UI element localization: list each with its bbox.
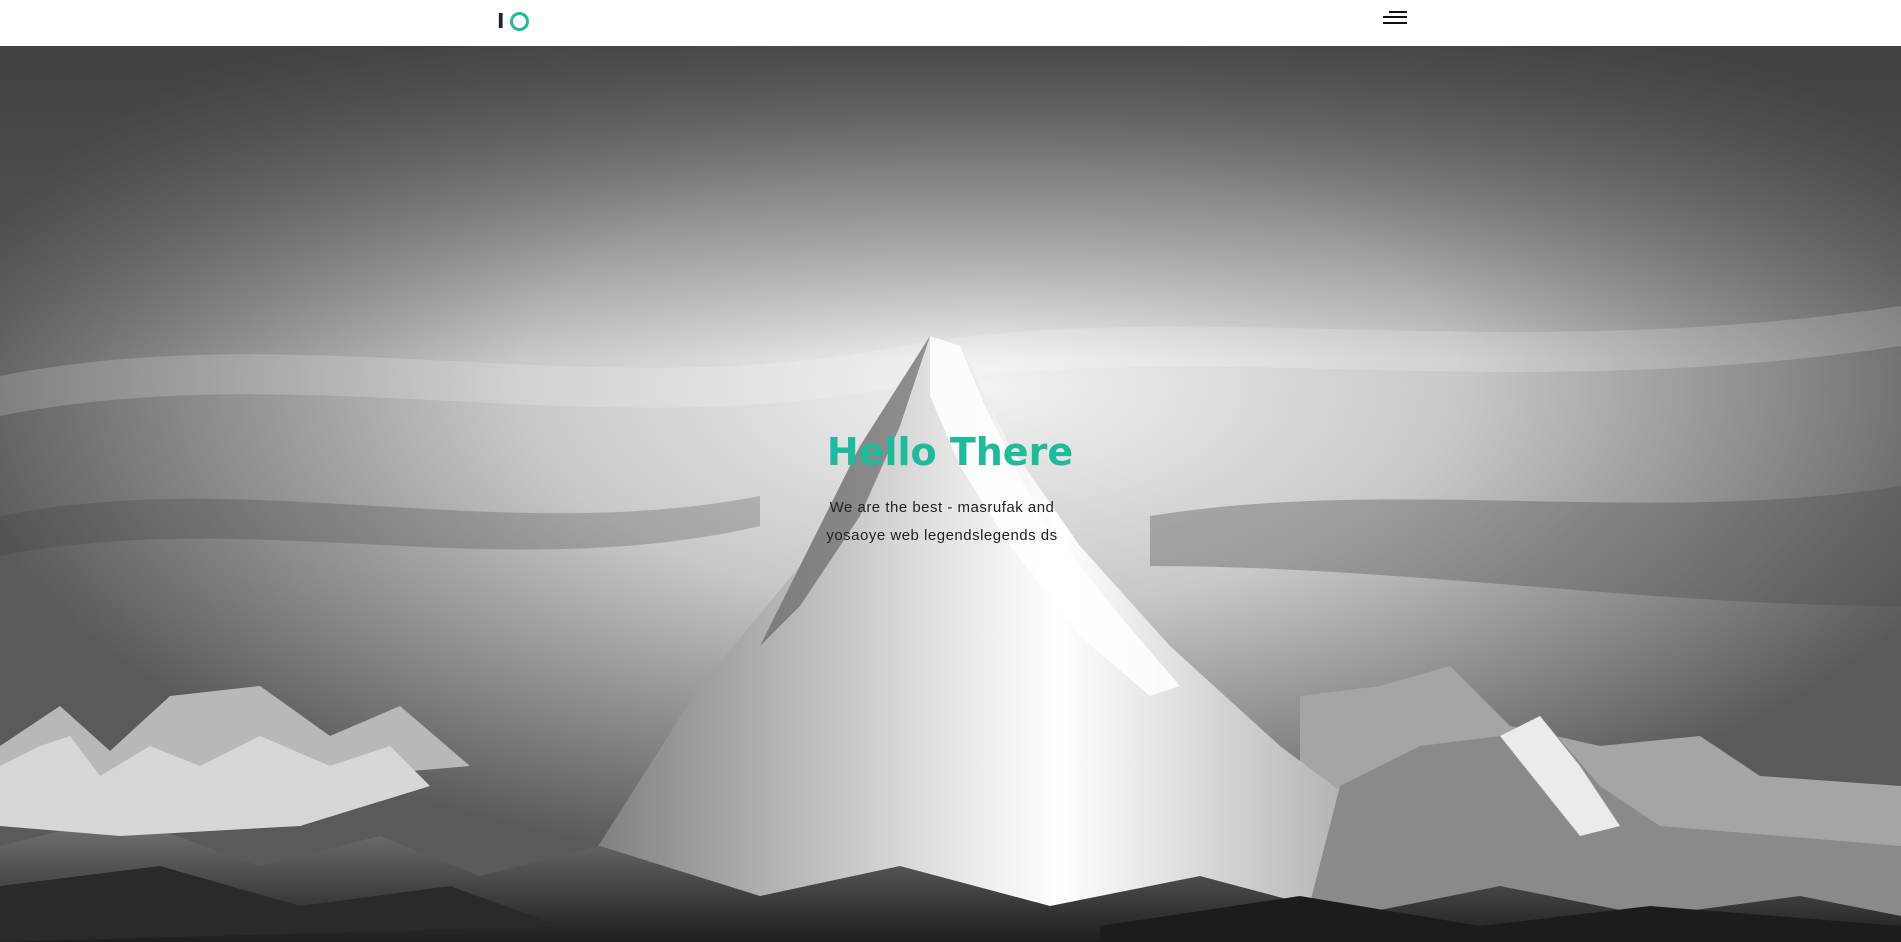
hero-subtitle: We are the best - masrufak and yosaoye w…: [826, 499, 1058, 544]
hero-section: Hello There We are the best - masrufak a…: [0, 46, 1901, 942]
hamburger-menu-icon[interactable]: [1381, 8, 1409, 30]
site-logo[interactable]: I O: [497, 9, 530, 33]
menu-line: [1383, 16, 1407, 18]
menu-line: [1383, 22, 1407, 24]
logo-ring-icon: [510, 11, 530, 31]
menu-line: [1389, 11, 1407, 13]
hero-title: Hello There: [826, 430, 1074, 474]
logo-letter: I: [497, 9, 505, 33]
site-header: I O: [0, 0, 1901, 46]
